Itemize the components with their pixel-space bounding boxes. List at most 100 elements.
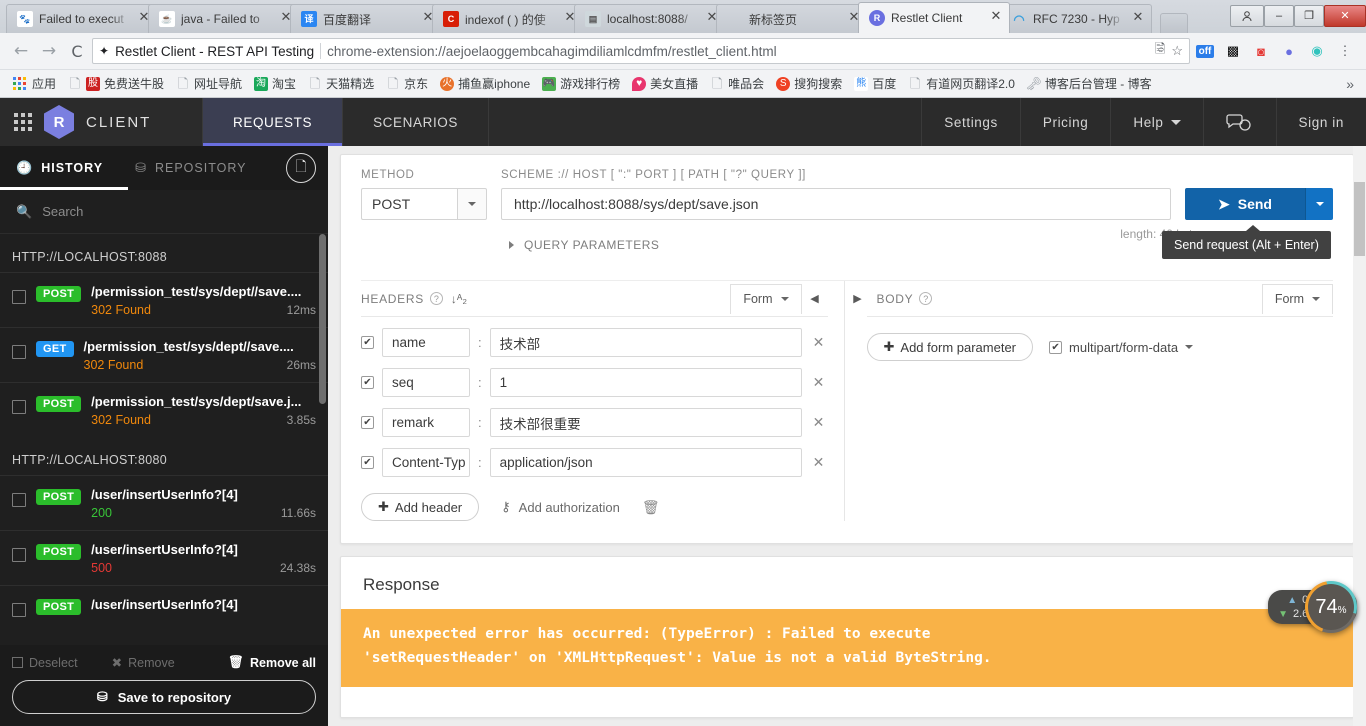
sort-az-icon[interactable]: ↓ᴬ₂ — [451, 292, 467, 306]
history-item-checkbox[interactable] — [12, 400, 26, 414]
header-enabled-checkbox[interactable]: ✔ — [361, 416, 374, 429]
new-request-button[interactable]: 🗋 — [286, 153, 316, 183]
browser-tab[interactable]: 新标签页 ✕ — [716, 4, 868, 33]
back-icon[interactable]: ← — [8, 38, 34, 64]
history-item-checkbox[interactable] — [12, 345, 26, 359]
red-app-icon[interactable]: ◙ — [1248, 38, 1274, 64]
header-remove-icon[interactable]: ✕ — [810, 414, 828, 431]
header-remove-icon[interactable]: ✕ — [810, 334, 828, 351]
menu-icon[interactable]: ⋮ — [1332, 38, 1358, 64]
header-value-input[interactable]: 技术部很重要 — [489, 408, 802, 437]
help-button[interactable]: Help — [1110, 98, 1202, 146]
url-input[interactable]: http://localhost:8088/sys/dept/save.json — [501, 188, 1171, 220]
bookmark-item[interactable]: 🗋 股免费送牛股 — [63, 73, 169, 94]
network-speed-widget[interactable]: ▲ 0 K/s ▼ 2.6 K/s 74 % — [1268, 584, 1357, 630]
main-scrollbar[interactable] — [1353, 146, 1366, 726]
header-value-input[interactable]: application/json — [489, 448, 802, 477]
settings-button[interactable]: Settings — [921, 98, 1020, 146]
body-mode-select[interactable]: Form — [1261, 283, 1333, 314]
header-key-input[interactable]: seq — [382, 368, 470, 397]
method-select[interactable]: POST — [361, 188, 487, 220]
browser-tab[interactable]: C indexof ( ) 的使 ✕ — [432, 4, 584, 33]
off-toggle-icon[interactable]: off — [1192, 38, 1218, 64]
content-type-checkbox[interactable]: ✔ — [1049, 340, 1063, 354]
header-value-input[interactable]: 技术部 — [489, 328, 802, 357]
question-icon[interactable]: ? — [919, 292, 933, 305]
header-enabled-checkbox[interactable]: ✔ — [361, 456, 374, 469]
history-item-checkbox[interactable] — [12, 548, 26, 562]
qrcode-icon[interactable]: ▩ — [1220, 38, 1246, 64]
bookmark-item[interactable]: S 搜狗搜索 — [771, 73, 847, 94]
restlet-icon[interactable]: ● — [1276, 38, 1302, 64]
history-item-checkbox[interactable] — [12, 290, 26, 304]
bookmark-item[interactable]: 🗋 京东 — [381, 73, 433, 94]
bookmark-item[interactable]: 🎮 游戏排行榜 — [537, 73, 625, 94]
header-remove-icon[interactable]: ✕ — [810, 374, 828, 391]
tab-scenarios[interactable]: SCENARIOS — [342, 98, 488, 146]
bookmark-item[interactable]: 🗝 博客后台管理 - 博客 — [1022, 73, 1157, 94]
browser-tab-active[interactable]: R Restlet Client ✕ — [858, 2, 1010, 33]
history-item[interactable]: POST /user/insertUserInfo?[4] 500 24.38s — [0, 530, 328, 585]
user-profile-button[interactable] — [1230, 4, 1264, 27]
bookmark-item[interactable]: 火捕鱼赢iphone — [435, 73, 535, 94]
sidebar-search[interactable]: 🔍 Search — [0, 190, 328, 234]
chat-button[interactable] — [1202, 98, 1276, 146]
history-item[interactable]: GET /permission_test/sys/dept//save.... … — [0, 327, 328, 382]
maximize-button[interactable]: ❐ — [1294, 4, 1324, 27]
sidebar-tab-repository[interactable]: ⛁ REPOSITORY — [119, 146, 262, 190]
header-enabled-checkbox[interactable]: ✔ — [361, 336, 374, 349]
send-button[interactable]: ➤ Send — [1185, 188, 1305, 220]
main-scrollbar-thumb[interactable] — [1354, 182, 1365, 256]
header-key-input[interactable]: remark — [382, 408, 470, 437]
delete-headers-icon[interactable]: 🗑 — [642, 499, 660, 516]
reload-icon[interactable]: C — [64, 38, 90, 64]
bookmark-apps[interactable]: 应用 — [8, 73, 61, 94]
pricing-button[interactable]: Pricing — [1019, 98, 1110, 146]
remove-button[interactable]: ✖ Remove — [112, 655, 175, 671]
body-next-button[interactable]: ▶ — [845, 292, 871, 305]
bookmark-item[interactable]: 🗋 网址导航 — [171, 73, 247, 94]
method-dropdown-arrow[interactable] — [457, 188, 487, 220]
minimize-button[interactable]: – — [1264, 4, 1294, 27]
bookmarks-overflow-icon[interactable]: » — [1346, 76, 1358, 92]
address-bar[interactable]: ✦ Restlet Client - REST API Testing chro… — [92, 38, 1190, 64]
browser-tab[interactable]: 译 百度翻译 ✕ — [290, 4, 442, 33]
bookmark-item[interactable]: 🗋 天猫精选 — [303, 73, 379, 94]
bookmark-item[interactable]: 熊百度 — [849, 73, 901, 94]
method-value[interactable]: POST — [361, 188, 457, 220]
history-item[interactable]: POST /permission_test/sys/dept//save....… — [0, 272, 328, 327]
green-app-icon[interactable]: ◉ — [1304, 38, 1330, 64]
new-tab-button[interactable] — [1160, 13, 1188, 33]
sign-in-button[interactable]: Sign in — [1275, 98, 1366, 146]
bookmark-item[interactable]: 淘淘宝 — [249, 73, 301, 94]
deselect-button[interactable]: Deselect — [12, 656, 78, 670]
add-authorization-button[interactable]: ⚷ Add authorization — [501, 499, 620, 515]
question-icon[interactable]: ? — [429, 292, 443, 305]
content-type-select[interactable]: ✔ multipart/form-data — [1049, 340, 1194, 355]
browser-tab[interactable]: 🐾 Failed to execut ✕ — [6, 4, 158, 33]
headers-mode-select[interactable]: Form — [730, 283, 802, 314]
history-item[interactable]: POST /permission_test/sys/dept/save.j...… — [0, 382, 328, 437]
header-remove-icon[interactable]: ✕ — [810, 454, 828, 471]
history-item[interactable]: POST /user/insertUserInfo?[4] 200 11.66s — [0, 475, 328, 530]
history-item[interactable]: POST /user/insertUserInfo?[4] — [0, 585, 328, 627]
header-enabled-checkbox[interactable]: ✔ — [361, 376, 374, 389]
bookmark-item[interactable]: ♥ 美女直播 — [627, 73, 703, 94]
bookmark-item[interactable]: 🗋 有道网页翻译2.0 — [903, 73, 1020, 94]
browser-tab[interactable]: ▤ localhost:8088/ ✕ — [574, 4, 726, 33]
translate-icon[interactable]: 🗟 — [1155, 40, 1165, 62]
headers-prev-button[interactable]: ◀ — [802, 292, 828, 305]
history-item-checkbox[interactable] — [12, 493, 26, 507]
browser-tab[interactable]: ☕ java - Failed to ✕ — [148, 4, 300, 33]
search-input[interactable]: Search — [42, 204, 83, 219]
tab-close-icon[interactable]: ✕ — [1131, 10, 1145, 26]
close-button[interactable]: ✕ — [1324, 4, 1366, 27]
header-value-input[interactable]: 1 — [489, 368, 802, 397]
bookmark-item[interactable]: 🗋 唯品会 — [705, 73, 769, 94]
history-list[interactable]: HTTP://LOCALHOST:8088 POST /permission_t… — [0, 234, 328, 645]
header-key-input[interactable]: name — [382, 328, 470, 357]
sidebar-scrollbar-thumb[interactable] — [319, 234, 326, 404]
history-item-checkbox[interactable] — [12, 603, 26, 617]
apps-grid-icon[interactable] — [14, 113, 32, 131]
forward-icon[interactable]: → — [36, 38, 62, 64]
